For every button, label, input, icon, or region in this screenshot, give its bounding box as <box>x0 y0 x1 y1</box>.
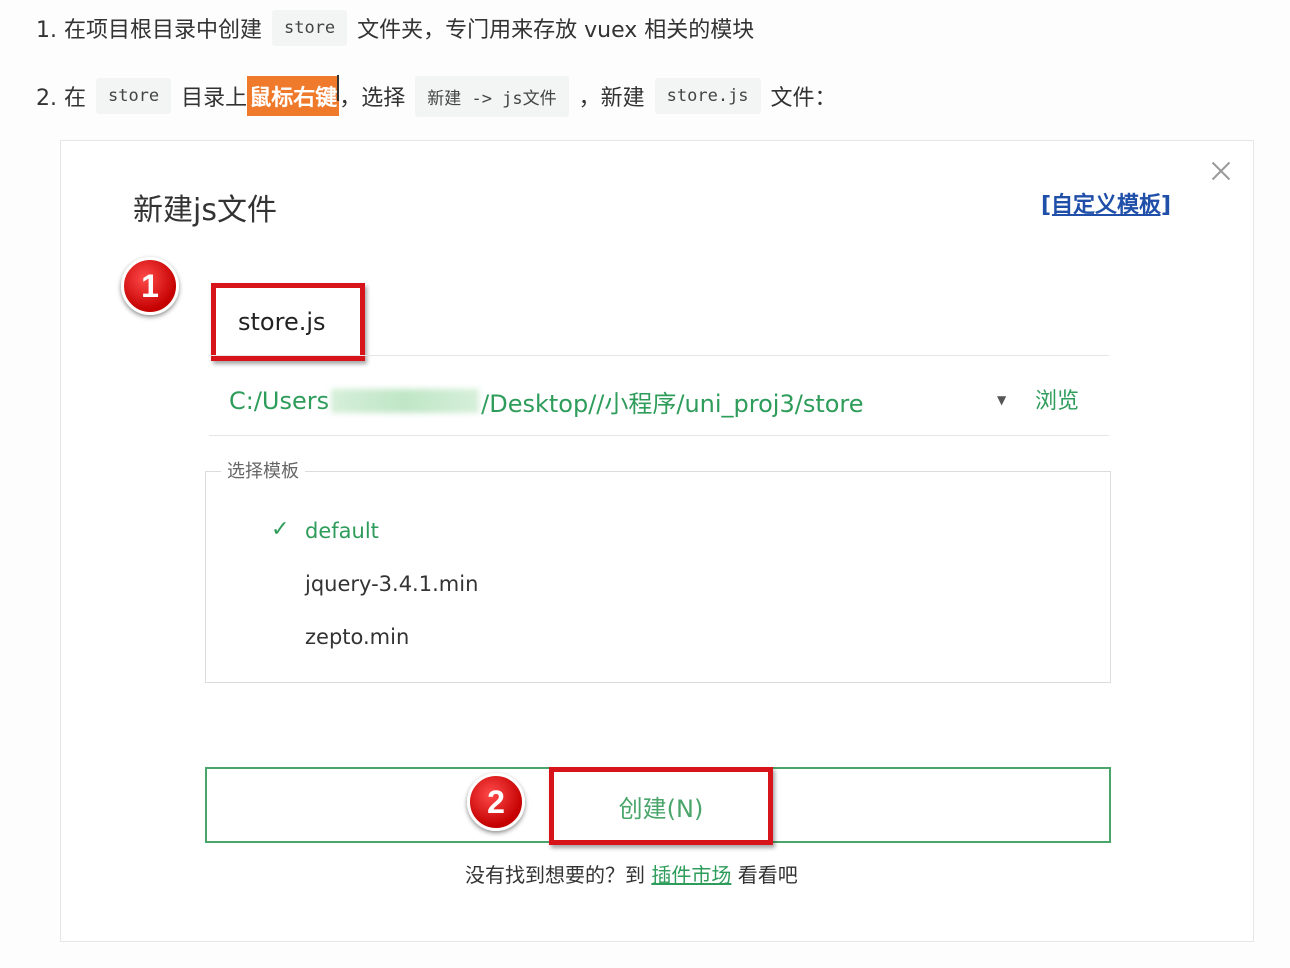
hint-text: 看看吧 <box>737 863 798 887</box>
plugin-market-link[interactable]: 插件市场 <box>651 863 731 887</box>
text-cursor-icon <box>337 75 340 101</box>
template-option-jquery[interactable]: jquery-3.4.1.min <box>305 572 478 596</box>
hint-text: 没有找到想要的？到 <box>465 863 645 887</box>
instruction-text: 2. 在 <box>36 86 86 111</box>
create-button[interactable]: 创建(N) <box>549 767 773 845</box>
instruction-text: 文件： <box>770 86 837 111</box>
highlighted-text: 鼠标右键 <box>247 76 340 116</box>
instruction-line-2: 2. 在 store 目录上 鼠标右键 ，选择 新建 -> js文件 ，新建 s… <box>36 75 837 117</box>
divider <box>209 355 1109 356</box>
path-row[interactable]: C:/Users /Desktop//小程序/uni_proj3/store ▼… <box>229 381 1109 421</box>
inline-code: store <box>271 10 348 46</box>
inline-code: store.js <box>654 78 761 114</box>
check-icon: ✓ <box>271 517 290 542</box>
instruction-text: ，选择 <box>339 86 406 111</box>
template-option-zepto[interactable]: zepto.min <box>305 625 409 649</box>
path-suffix: /Desktop//小程序/uni_proj3/store <box>481 389 864 418</box>
divider <box>209 435 1109 436</box>
dropdown-arrow-icon[interactable]: ▼ <box>997 393 1006 407</box>
step-1-badge: 1 <box>121 257 179 315</box>
instruction-text: 1. 在项目根目录中创建 <box>36 18 262 43</box>
filename-input[interactable]: store.js <box>211 283 365 361</box>
dialog-title: 新建js文件 <box>133 193 277 228</box>
page: 1. 在项目根目录中创建 store 文件夹，专门用来存放 vuex 相关的模块… <box>0 0 1290 968</box>
new-js-file-dialog: 新建js文件 [自定义模板] 1 store.js C:/Users /Desk… <box>60 140 1254 942</box>
instruction-text: 文件夹，专门用来存放 vuex 相关的模块 <box>357 18 755 43</box>
custom-template-link[interactable]: [自定义模板] <box>1041 187 1171 219</box>
inline-code: store <box>95 78 172 114</box>
path-prefix: C:/Users <box>229 387 330 415</box>
template-legend: 选择模板 <box>221 457 305 483</box>
template-option-default[interactable]: default <box>305 519 379 543</box>
instruction-text: 目录上 <box>181 86 248 111</box>
instruction-line-1: 1. 在项目根目录中创建 store 文件夹，专门用来存放 vuex 相关的模块 <box>36 8 754 48</box>
redacted-username <box>331 389 480 413</box>
browse-button[interactable]: 浏览 <box>1035 383 1079 415</box>
close-icon[interactable] <box>1209 159 1233 183</box>
instruction-text: ，新建 <box>578 86 645 111</box>
plugin-market-hint: 没有找到想要的？到 插件市场 看看吧 <box>465 859 798 888</box>
step-2-badge: 2 <box>467 773 525 831</box>
inline-code: 新建 -> js文件 <box>415 75 569 117</box>
